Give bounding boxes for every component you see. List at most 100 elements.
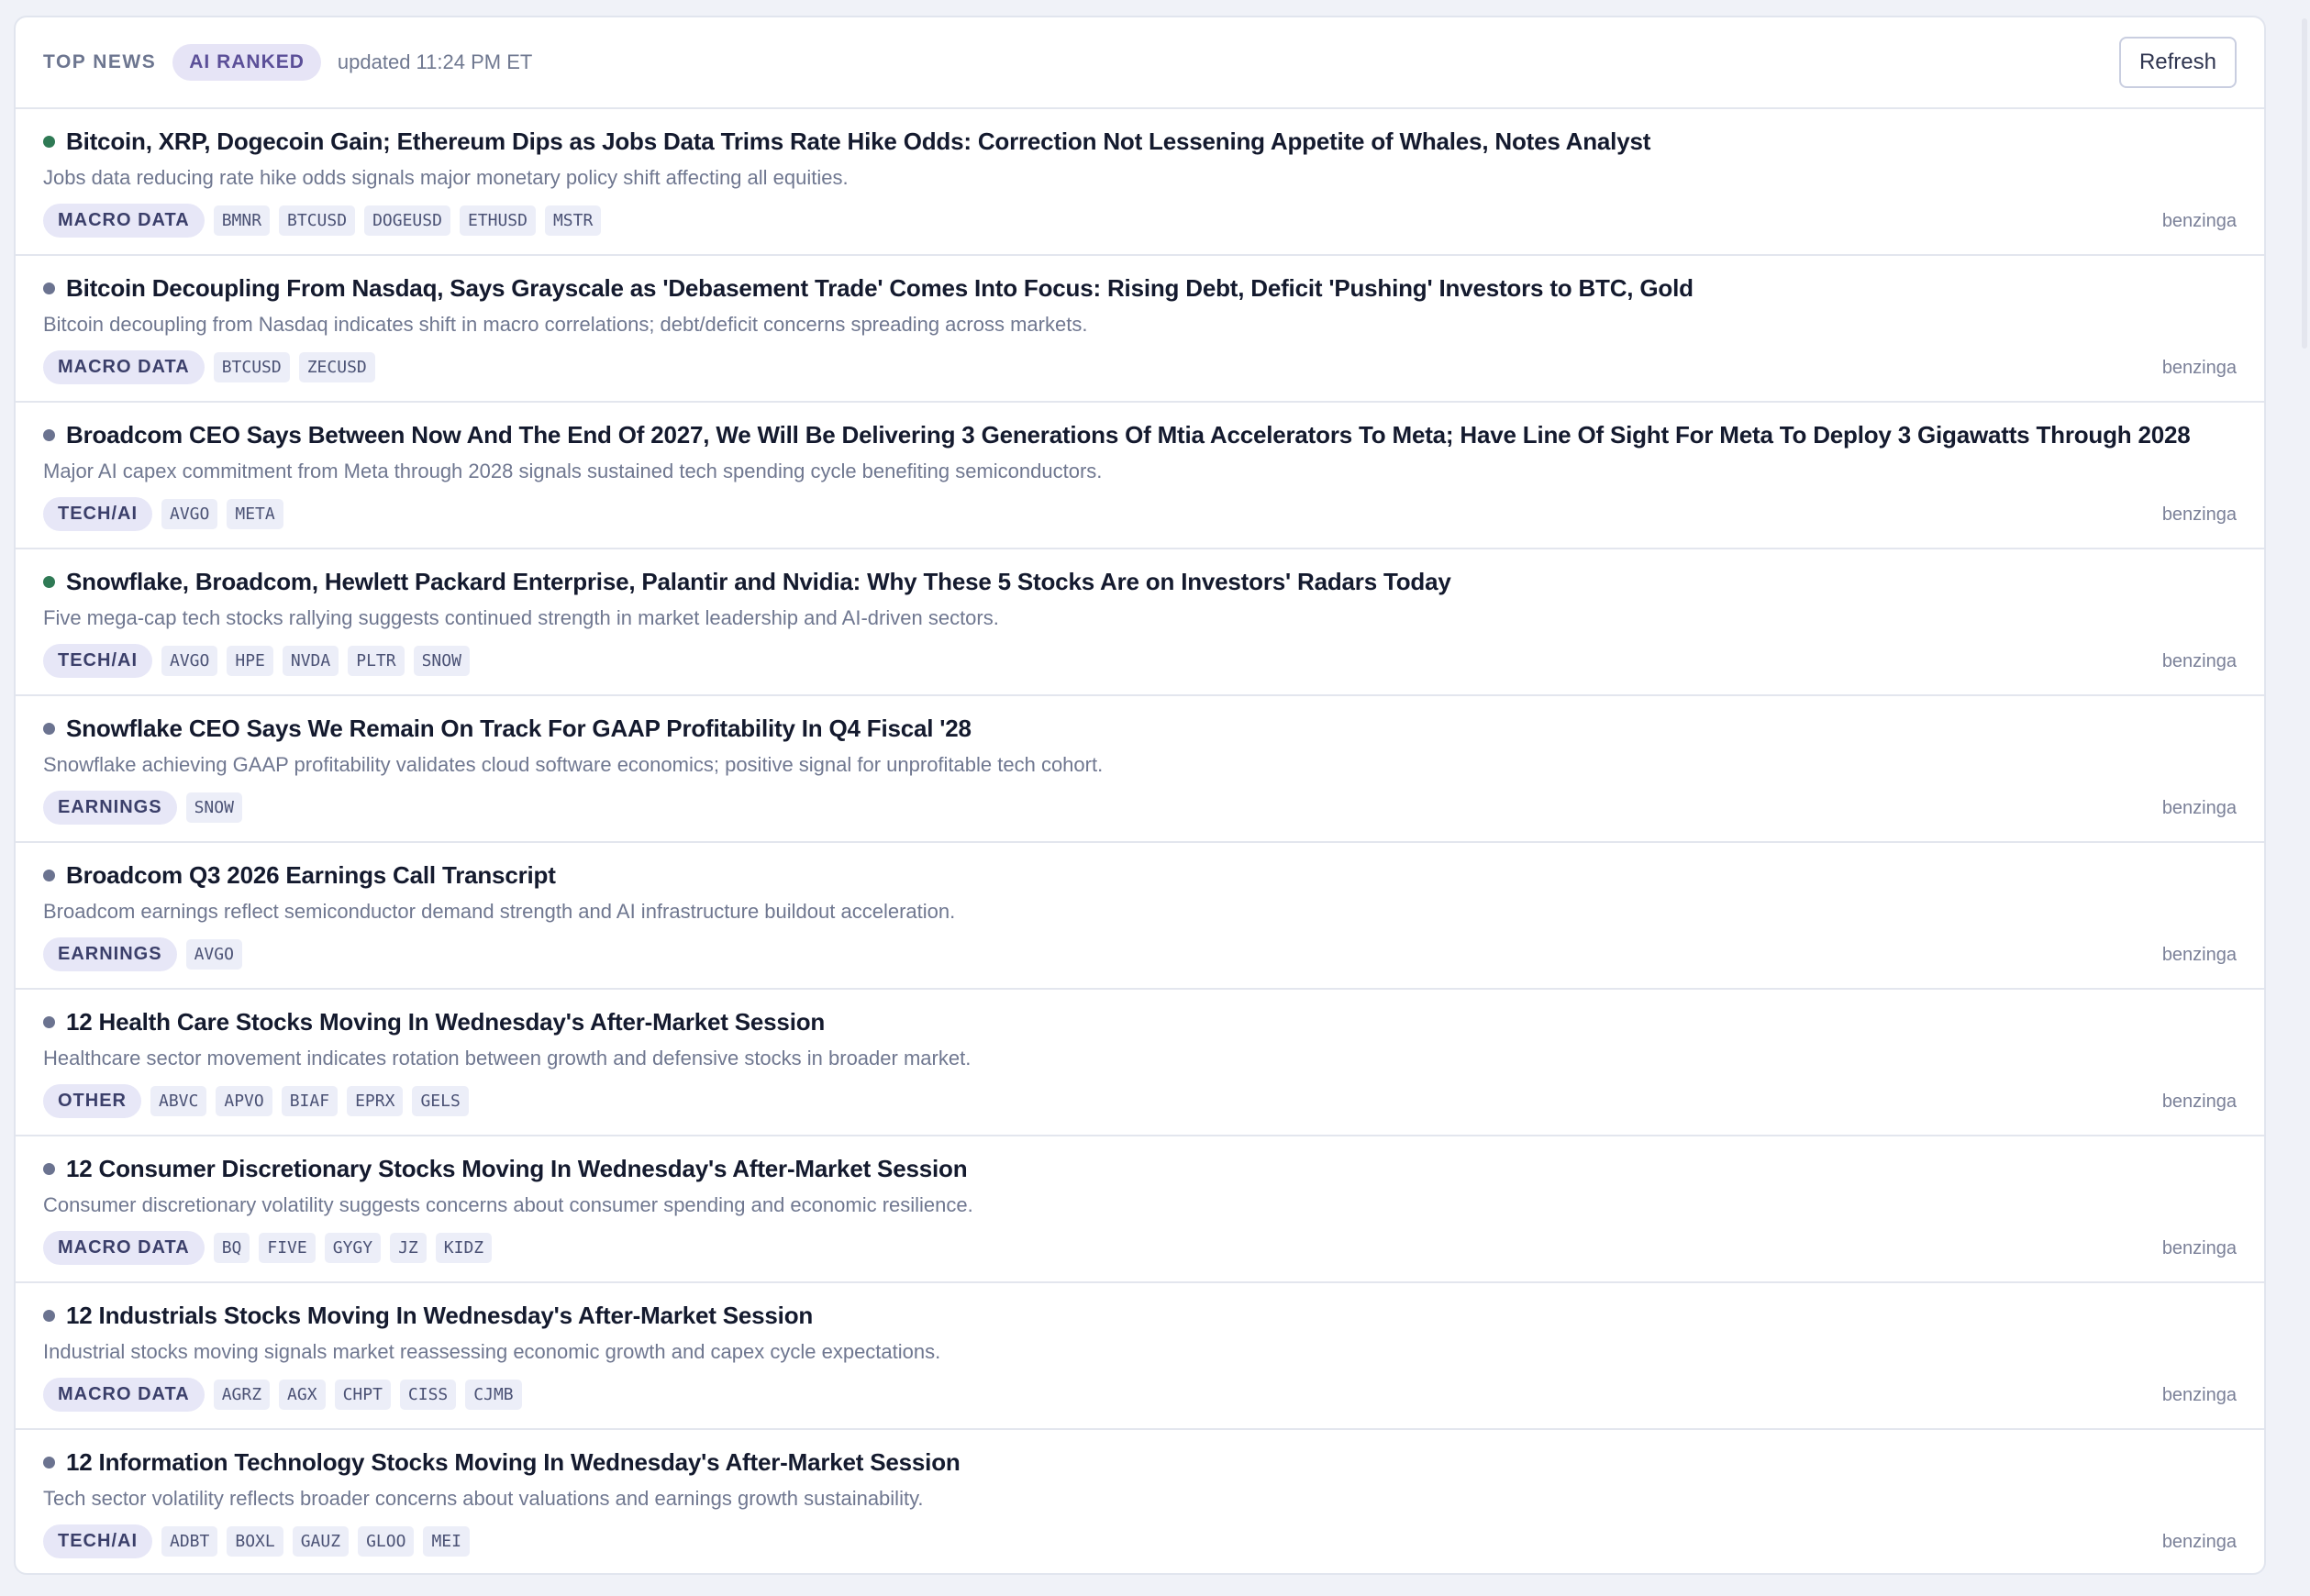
news-item[interactable]: Broadcom Q3 2026 Earnings Call Transcrip… <box>16 843 2264 990</box>
news-item[interactable]: 12 Industrials Stocks Moving In Wednesda… <box>16 1283 2264 1430</box>
news-list: Bitcoin, XRP, Dogecoin Gain; Ethereum Di… <box>16 109 2264 1573</box>
news-headline-link[interactable]: Bitcoin, XRP, Dogecoin Gain; Ethereum Di… <box>66 127 1650 156</box>
ticker-chip[interactable]: BQ <box>213 1233 250 1263</box>
ticker-chip[interactable]: EPRX <box>347 1086 404 1116</box>
ticker-chip[interactable]: GELS <box>412 1086 469 1116</box>
status-dot-icon <box>43 1457 55 1469</box>
ticker-chip[interactable]: NVDA <box>282 646 339 676</box>
status-dot-icon <box>43 429 55 441</box>
scrollbar-thumb[interactable] <box>2302 18 2307 349</box>
news-headline-link[interactable]: Snowflake CEO Says We Remain On Track Fo… <box>66 715 972 743</box>
ticker-chip[interactable]: AGRZ <box>213 1380 271 1410</box>
updated-timestamp: updated 11:24 PM ET <box>337 50 533 73</box>
ticker-chip[interactable]: GAUZ <box>292 1526 350 1557</box>
ticker-chip[interactable]: BMNR <box>213 205 271 236</box>
status-dot-icon <box>43 870 55 881</box>
news-tags: MACRO DATA BMNR BTCUSD DOGEUSD ETHUSD MSTR <box>43 204 610 238</box>
news-panel: TOP NEWS AI RANKED updated 11:24 PM ET R… <box>14 16 2266 1575</box>
news-tags: EARNINGS SNOW <box>43 791 251 825</box>
status-dot-icon <box>43 576 55 588</box>
ticker-chip[interactable]: MSTR <box>544 205 602 236</box>
news-tags: MACRO DATA AGRZ AGX CHPT CISS CJMB <box>43 1378 531 1412</box>
news-item[interactable]: Snowflake CEO Says We Remain On Track Fo… <box>16 696 2264 843</box>
ticker-chip[interactable]: ADBT <box>161 1526 218 1557</box>
ticker-chip[interactable]: AVGO <box>161 499 218 529</box>
news-item[interactable]: Bitcoin Decoupling From Nasdaq, Says Gra… <box>16 256 2264 403</box>
news-source: benzinga <box>2161 1532 2237 1552</box>
news-headline-link[interactable]: 12 Industrials Stocks Moving In Wednesda… <box>66 1302 813 1330</box>
news-headline-link[interactable]: 12 Health Care Stocks Moving In Wednesda… <box>66 1008 825 1036</box>
category-badge: TECH/AI <box>43 497 152 531</box>
category-badge: EARNINGS <box>43 937 177 971</box>
page-scrollbar[interactable] <box>2297 0 2310 1596</box>
news-summary: Broadcom earnings reflect semiconductor … <box>43 900 956 923</box>
ticker-chip[interactable]: AGX <box>279 1380 326 1410</box>
ticker-chip[interactable]: MEI <box>423 1526 470 1557</box>
news-title-row: Snowflake CEO Says We Remain On Track Fo… <box>43 715 972 743</box>
section-title: TOP NEWS <box>43 51 157 72</box>
news-summary: Snowflake achieving GAAP profitability v… <box>43 753 1104 776</box>
news-source: benzinga <box>2161 1092 2237 1112</box>
ticker-chip[interactable]: ZECUSD <box>298 352 375 382</box>
ticker-chip[interactable]: CISS <box>399 1380 457 1410</box>
ticker-chip[interactable]: JZ <box>390 1233 427 1263</box>
category-badge: TECH/AI <box>43 644 152 678</box>
news-item[interactable]: 12 Information Technology Stocks Moving … <box>16 1430 2264 1573</box>
news-source: benzinga <box>2161 504 2237 525</box>
news-title-row: 12 Health Care Stocks Moving In Wednesda… <box>43 1008 825 1036</box>
refresh-button[interactable]: Refresh <box>2118 37 2237 88</box>
news-item[interactable]: 12 Consumer Discretionary Stocks Moving … <box>16 1136 2264 1283</box>
ticker-chip[interactable]: APVO <box>216 1086 272 1116</box>
ticker-chip[interactable]: DOGEUSD <box>364 205 450 236</box>
ticker-chip[interactable]: BIAF <box>281 1086 339 1116</box>
news-headline-link[interactable]: 12 Information Technology Stocks Moving … <box>66 1448 961 1477</box>
news-tags: TECH/AI AVGO HPE NVDA PLTR SNOW <box>43 644 479 678</box>
ticker-chip[interactable]: BTCUSD <box>213 352 290 382</box>
news-title-row: Snowflake, Broadcom, Hewlett Packard Ent… <box>43 568 1451 596</box>
ticker-chip[interactable]: SNOW <box>185 792 242 823</box>
news-item[interactable]: Broadcom CEO Says Between Now And The En… <box>16 403 2264 549</box>
ticker-chip[interactable]: BOXL <box>227 1526 283 1557</box>
category-badge: MACRO DATA <box>43 1378 205 1412</box>
news-summary: Bitcoin decoupling from Nasdaq indicates… <box>43 313 1088 336</box>
ticker-chip[interactable]: SNOW <box>413 646 470 676</box>
news-source: benzinga <box>2161 798 2237 818</box>
news-headline-link[interactable]: Broadcom Q3 2026 Earnings Call Transcrip… <box>66 861 556 890</box>
ticker-chip[interactable]: HPE <box>227 646 273 676</box>
ticker-chip[interactable]: CJMB <box>465 1380 522 1410</box>
news-tags: OTHER ABVC APVO BIAF EPRX GELS <box>43 1084 478 1118</box>
status-dot-icon <box>43 1016 55 1028</box>
status-dot-icon <box>43 136 55 148</box>
news-item[interactable]: 12 Health Care Stocks Moving In Wednesda… <box>16 990 2264 1136</box>
ticker-chip[interactable]: GYGY <box>324 1233 382 1263</box>
news-item[interactable]: Bitcoin, XRP, Dogecoin Gain; Ethereum Di… <box>16 109 2264 256</box>
ticker-chip[interactable]: PLTR <box>348 646 405 676</box>
news-headline-link[interactable]: Broadcom CEO Says Between Now And The En… <box>66 421 2191 449</box>
news-source: benzinga <box>2161 1385 2237 1405</box>
ticker-chip[interactable]: ABVC <box>150 1086 207 1116</box>
status-dot-icon <box>43 1310 55 1322</box>
ticker-chip[interactable]: KIDZ <box>435 1233 493 1263</box>
news-header: TOP NEWS AI RANKED updated 11:24 PM ET R… <box>16 17 2264 109</box>
news-summary: Healthcare sector movement indicates rot… <box>43 1047 972 1070</box>
ticker-chip[interactable]: GLOO <box>358 1526 415 1557</box>
ticker-chip[interactable]: ETHUSD <box>459 205 536 236</box>
news-summary: Industrial stocks moving signals market … <box>43 1340 941 1363</box>
ticker-chip[interactable]: BTCUSD <box>279 205 356 236</box>
news-item[interactable]: Snowflake, Broadcom, Hewlett Packard Ent… <box>16 549 2264 696</box>
news-headline-link[interactable]: 12 Consumer Discretionary Stocks Moving … <box>66 1155 968 1183</box>
category-badge: MACRO DATA <box>43 204 205 238</box>
ticker-chip[interactable]: CHPT <box>334 1380 391 1410</box>
news-summary: Jobs data reducing rate hike odds signal… <box>43 166 849 189</box>
news-headline-link[interactable]: Bitcoin Decoupling From Nasdaq, Says Gra… <box>66 274 1694 303</box>
news-source: benzinga <box>2161 651 2237 671</box>
ticker-chip[interactable]: AVGO <box>161 646 218 676</box>
news-tags: MACRO DATA BQ FIVE GYGY JZ KIDZ <box>43 1231 501 1265</box>
ticker-chip[interactable]: META <box>227 499 283 529</box>
ticker-chip[interactable]: AVGO <box>185 939 242 970</box>
ticker-chip[interactable]: FIVE <box>259 1233 316 1263</box>
news-source: benzinga <box>2161 358 2237 378</box>
news-headline-link[interactable]: Snowflake, Broadcom, Hewlett Packard Ent… <box>66 568 1451 596</box>
news-summary: Consumer discretionary volatility sugges… <box>43 1193 973 1216</box>
news-summary: Five mega-cap tech stocks rallying sugge… <box>43 606 999 629</box>
